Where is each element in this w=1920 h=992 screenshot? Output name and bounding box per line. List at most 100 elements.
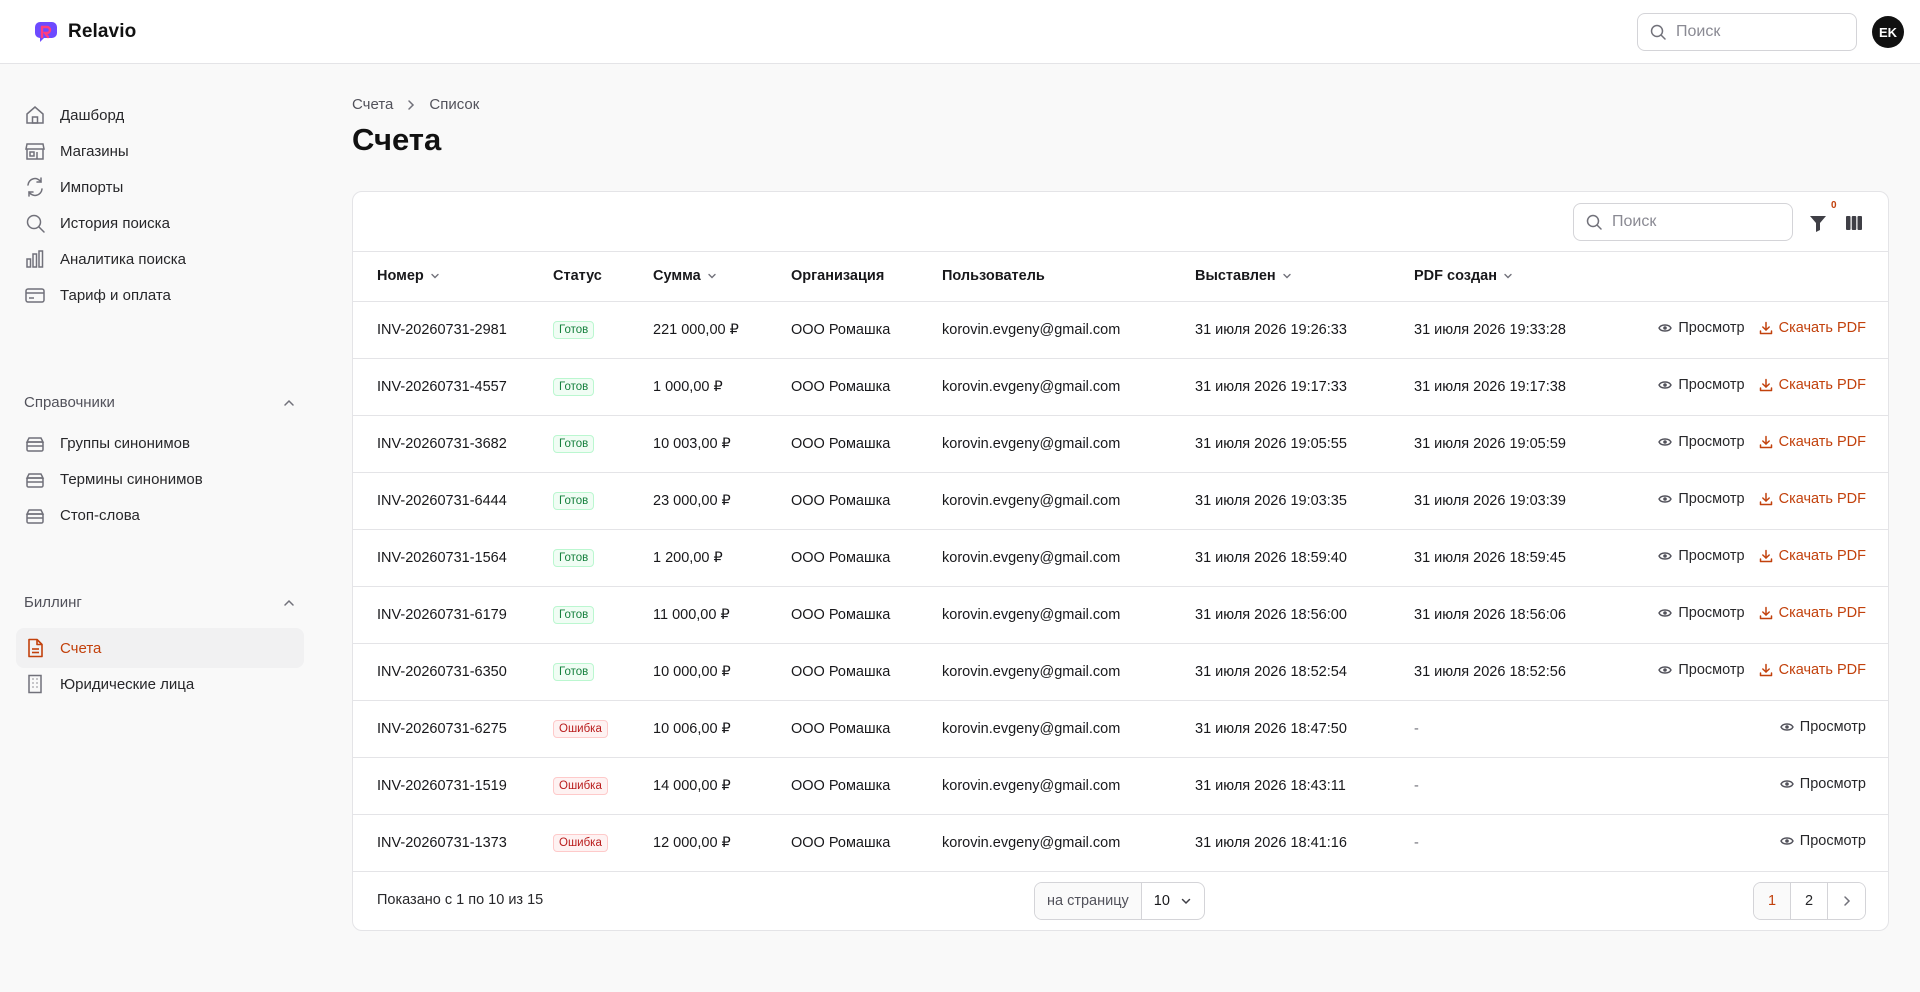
view-button-label: Просмотр	[1678, 491, 1745, 507]
view-button-label: Просмотр	[1678, 548, 1745, 564]
store-icon	[25, 143, 45, 160]
view-button[interactable]: Просмотр	[1779, 833, 1866, 849]
table-row: INV-20260731-4557 Готов 1 000,00 ₽ ООО Рома…	[353, 358, 1888, 415]
per-page-label: на страницу	[1035, 883, 1142, 919]
view-button[interactable]: Просмотр	[1658, 548, 1745, 564]
table-row: INV-20260731-6179 Готов 11 000,00 ₽ ООО Ром…	[353, 586, 1888, 643]
sidebar-item-stop-words[interactable]: Стоп-слова	[16, 495, 304, 535]
invoice-amount: 1 200,00 ₽	[653, 549, 723, 566]
invoice-pdf-created: 31 июля 2026 19:03:39	[1414, 492, 1566, 509]
user-avatar[interactable]: EK	[1872, 16, 1904, 48]
global-search[interactable]	[1637, 13, 1857, 51]
view-button[interactable]: Просмотр	[1658, 491, 1745, 507]
invoice-pdf-created: 31 июля 2026 19:33:28	[1414, 321, 1566, 338]
invoice-number: INV-20260731-3682	[377, 435, 507, 452]
file-text-icon	[28, 638, 43, 658]
sidebar-item-label: Счета	[60, 639, 102, 657]
view-button[interactable]: Просмотр	[1658, 320, 1745, 336]
table-row: INV-20260731-1519 Ошибка 14 000,00 ₽ ООО Ро…	[353, 757, 1888, 814]
download-pdf-label: Скачать PDF	[1778, 605, 1866, 621]
sidebar-item-billing-plan[interactable]: Тариф и оплата	[16, 275, 304, 315]
view-button-label: Просмотр	[1678, 434, 1745, 450]
view-button[interactable]: Просмотр	[1658, 662, 1745, 678]
view-button-label: Просмотр	[1799, 719, 1866, 735]
invoice-organization: ООО Ромашка	[791, 492, 891, 509]
column-header-issued[interactable]: Выставлен	[1195, 252, 1414, 302]
breadcrumb-item-invoices[interactable]: Счета	[352, 96, 393, 113]
download-pdf-button[interactable]: Скачать PDF	[1759, 662, 1866, 678]
view-button[interactable]: Просмотр	[1658, 605, 1745, 621]
per-page-value[interactable]: 10	[1142, 893, 1204, 909]
invoice-number: INV-20260731-1373	[377, 834, 507, 851]
home-icon	[26, 106, 44, 124]
download-icon	[1759, 378, 1772, 392]
invoice-issued: 31 июля 2026 19:05:55	[1195, 435, 1347, 452]
invoice-organization: ООО Ромашка	[791, 720, 891, 737]
invoice-amount: 10 003,00 ₽	[653, 435, 731, 452]
next-page-button[interactable]	[1828, 883, 1865, 919]
download-pdf-button[interactable]: Скачать PDF	[1759, 434, 1866, 450]
download-pdf-button[interactable]: Скачать PDF	[1759, 377, 1866, 393]
eye-icon	[1658, 666, 1673, 674]
sidebar-item-synonym-terms[interactable]: Термины синонимов	[16, 459, 304, 499]
sidebar-item-synonym-groups[interactable]: Группы синонимов	[16, 423, 304, 463]
sidebar-item-stores[interactable]: Магазины	[16, 131, 304, 171]
filter-icon[interactable]	[1807, 212, 1829, 234]
table-search[interactable]	[1573, 203, 1793, 241]
invoice-number: INV-20260731-4557	[377, 378, 507, 395]
download-pdf-button[interactable]: Скачать PDF	[1759, 320, 1866, 336]
invoices-card: 0 Номер Статус Сумма Организация Пользов…	[352, 191, 1889, 931]
invoice-number: INV-20260731-6275	[377, 720, 507, 737]
refresh-icon	[27, 177, 43, 197]
invoices-table: Номер Статус Сумма Организация Пользоват…	[353, 252, 1888, 872]
sidebar-item-imports[interactable]: Импорты	[16, 167, 304, 207]
section-references-header[interactable]: Справочники	[24, 394, 296, 411]
global-search-input[interactable]	[1676, 23, 1836, 41]
invoice-issued: 31 июля 2026 18:41:16	[1195, 834, 1347, 851]
view-button[interactable]: Просмотр	[1658, 377, 1745, 393]
download-pdf-button[interactable]: Скачать PDF	[1759, 605, 1866, 621]
invoice-issued: 31 июля 2026 19:26:33	[1195, 321, 1347, 338]
invoice-user: korovin.evgeny@gmail.com	[942, 606, 1121, 623]
sidebar-item-search-history[interactable]: История поиска	[16, 203, 304, 243]
download-pdf-button[interactable]: Скачать PDF	[1759, 491, 1866, 507]
chevron-right-icon	[1843, 896, 1850, 906]
sidebar-item-legal-entities[interactable]: Юридические лица	[16, 664, 304, 704]
invoice-pdf-created: 31 июля 2026 18:56:06	[1414, 606, 1566, 623]
top-bar: Relavio EK	[0, 0, 1920, 64]
columns-icon[interactable]	[1843, 212, 1865, 234]
invoice-user: korovin.evgeny@gmail.com	[942, 777, 1121, 794]
view-button-label: Просмотр	[1678, 377, 1745, 393]
download-icon	[1759, 492, 1772, 506]
eye-icon	[1658, 324, 1673, 332]
download-pdf-button[interactable]: Скачать PDF	[1759, 548, 1866, 564]
page-button-2[interactable]: 2	[1791, 883, 1828, 919]
status-badge: Готов	[553, 491, 595, 510]
per-page-select[interactable]: на страницу 10	[1034, 882, 1205, 920]
sidebar-item-search-analytics[interactable]: Аналитика поиска	[16, 239, 304, 279]
column-header-status: Статус	[553, 252, 653, 302]
column-header-pdf-created[interactable]: PDF создан	[1414, 252, 1614, 302]
sidebar-item-label: Тариф и оплата	[60, 286, 171, 304]
view-button[interactable]: Просмотр	[1658, 434, 1745, 450]
app-logo[interactable]: Relavio	[34, 20, 136, 44]
sidebar-item-label: Группы синонимов	[60, 434, 190, 452]
invoice-pdf-created: -	[1414, 834, 1419, 851]
table-footer: Показано с 1 по 10 из 15 на страницу 10 …	[353, 871, 1888, 930]
view-button[interactable]: Просмотр	[1779, 776, 1866, 792]
sidebar-item-invoices[interactable]: Счета	[16, 628, 304, 668]
invoice-organization: ООО Ромашка	[791, 321, 891, 338]
invoice-amount: 10 000,00 ₽	[653, 663, 731, 680]
invoice-amount: 12 000,00 ₽	[653, 834, 731, 851]
column-header-number[interactable]: Номер	[353, 252, 553, 302]
section-billing-header[interactable]: Биллинг	[24, 594, 296, 611]
view-button[interactable]: Просмотр	[1779, 719, 1866, 735]
page-button-1[interactable]: 1	[1754, 883, 1791, 919]
row-actions: Просмотр Скачать PDF	[1614, 529, 1888, 586]
column-header-amount[interactable]: Сумма	[653, 252, 791, 302]
invoice-issued: 31 июля 2026 18:59:40	[1195, 549, 1347, 566]
sidebar-item-dashboard[interactable]: Дашборд	[16, 95, 304, 135]
table-search-input[interactable]	[1612, 213, 1772, 231]
chevron-down-icon	[707, 274, 716, 279]
sidebar-item-label: История поиска	[60, 214, 170, 232]
